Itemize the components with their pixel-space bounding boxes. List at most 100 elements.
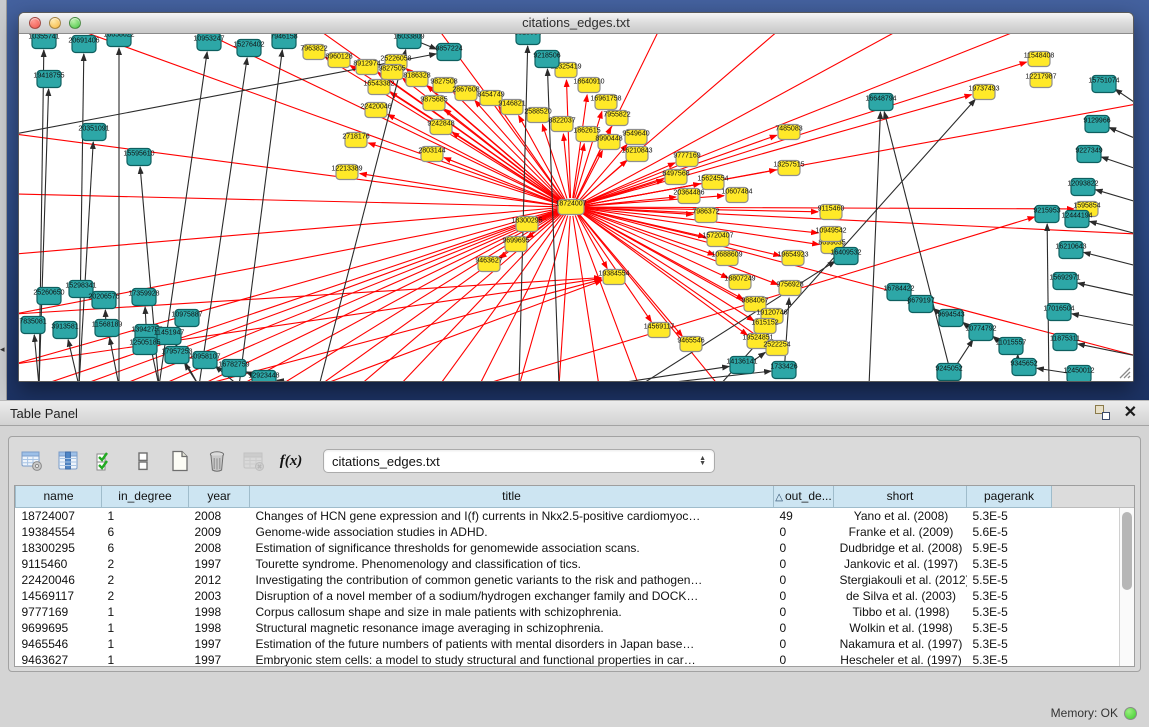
graph-edge[interactable] [79, 54, 84, 381]
graph-edge[interactable] [19, 208, 559, 254]
graph-edge[interactable] [277, 380, 319, 381]
graph-edge[interactable] [583, 104, 1133, 205]
zoom-window-button[interactable] [69, 17, 81, 29]
graph-edge[interactable] [583, 209, 781, 256]
table-row[interactable]: 946362711997Embryonic stem cells: a mode… [16, 652, 1136, 668]
table-row[interactable]: 1938455462009Genome-wide association stu… [16, 524, 1136, 540]
table-header-row: namein_degreeyeartitle△out_de...shortpag… [16, 486, 1136, 507]
delete-columns-icon[interactable] [202, 446, 232, 476]
graph-node-label: 9694543 [937, 312, 964, 319]
table-row[interactable]: 1456911722003Disruption of a novel membe… [16, 588, 1136, 604]
select-all-icon[interactable] [91, 446, 121, 476]
table-row[interactable]: 977716911998Corpus callosum shape and si… [16, 604, 1136, 620]
graph-node-label: 10953247 [193, 36, 224, 43]
network-graph[interactable]: 1872400718300295193845546497568203644861… [19, 34, 1133, 381]
table-mode-icon[interactable] [17, 446, 47, 476]
graph-node-label: 10958107 [189, 354, 220, 361]
graph-edge[interactable] [1115, 89, 1133, 104]
graph-node-label: 12217987 [1025, 74, 1056, 81]
graph-edge[interactable] [420, 43, 436, 50]
table-cell: Yano et al. (2008) [834, 507, 967, 524]
network-graph-canvas[interactable]: 1872400718300295193845546497568203644861… [19, 34, 1133, 381]
graph-edge[interactable] [1047, 224, 1049, 381]
table-row[interactable]: 1830029562008Estimation of significance … [16, 540, 1136, 556]
window-resize-grip[interactable] [1118, 366, 1131, 379]
table-row[interactable]: 1872400712008Changes of HCN gene express… [16, 507, 1136, 524]
graph-edge[interactable] [1096, 190, 1133, 202]
minimize-window-button[interactable] [49, 17, 61, 29]
function-builder-icon[interactable]: f(x) [276, 446, 306, 476]
table-panel: Table Panel ✕ [0, 400, 1149, 700]
collapse-splitter-icon[interactable]: ◂ [0, 344, 5, 355]
table-cell: 1 [102, 604, 189, 620]
column-header-year[interactable]: year [189, 486, 250, 507]
table-cell: 2 [102, 572, 189, 588]
graph-node-label: 15276402 [233, 42, 264, 49]
graph-edge[interactable] [239, 50, 282, 381]
column-header-indegree[interactable]: in_degree [102, 486, 189, 507]
graph-node-label: 1595854 [1073, 203, 1100, 210]
graph-edge[interactable] [956, 340, 972, 365]
graph-edge[interactable] [884, 112, 954, 381]
graph-edge[interactable] [19, 209, 559, 364]
graph-edge[interactable] [388, 114, 561, 203]
table-cell: 5.3E-5 [967, 604, 1052, 620]
left-splitter-strip[interactable]: ◂ [0, 0, 7, 400]
show-columns-icon[interactable] [54, 446, 84, 476]
window-titlebar[interactable]: citations_edges.txt [19, 13, 1133, 34]
graph-node-label: 6497568 [662, 171, 689, 178]
graph-edge[interactable] [1078, 283, 1133, 296]
graph-edge[interactable] [319, 50, 406, 381]
application-window: ◂ citations_edges.txt 187240071830029519… [0, 0, 1149, 727]
graph-edge[interactable] [566, 80, 570, 198]
column-header-pagerank[interactable]: pagerank [967, 486, 1052, 507]
column-header-name[interactable]: name [16, 486, 102, 507]
create-new-column-icon[interactable] [165, 446, 195, 476]
graph-edge[interactable] [319, 280, 602, 381]
graph-node-label: 11451947 [154, 330, 185, 337]
table-row[interactable]: 2242004622012Investigating the contribut… [16, 572, 1136, 588]
table-scrollbar[interactable] [1119, 508, 1134, 666]
table-selector-dropdown[interactable]: citations_edges.txt ▲▼ [323, 449, 715, 473]
graph-edge[interactable] [577, 151, 602, 200]
graph-node-label: 12450012 [1063, 368, 1094, 375]
table-cell: Hescheler et al. (1997) [834, 652, 967, 668]
graph-edge[interactable] [360, 174, 559, 206]
graph-edge[interactable] [1101, 157, 1133, 169]
graph-node-label: 14569117 [644, 324, 675, 331]
graph-node-label: 9345652 [1010, 361, 1037, 368]
graph-node-label: 9777169 [673, 153, 700, 160]
graph-node-label: 8912974 [353, 61, 380, 68]
clear-selection-icon[interactable] [128, 446, 158, 476]
column-header-title[interactable]: title [250, 486, 774, 507]
column-header-short[interactable]: short [834, 486, 967, 507]
table-cell: 2008 [189, 507, 250, 524]
graph-edge[interactable] [1072, 314, 1133, 326]
graph-edge[interactable] [1109, 128, 1133, 139]
table-scrollbar-thumb[interactable] [1122, 512, 1132, 590]
table-cell: 5.3E-5 [967, 652, 1052, 668]
graph-edge[interactable] [1084, 252, 1133, 266]
close-window-button[interactable] [29, 17, 41, 29]
table-cell: 2008 [189, 540, 250, 556]
table-row[interactable]: 911546021997Tourette syndrome. Phenomeno… [16, 556, 1136, 572]
graph-edge[interactable] [578, 214, 651, 322]
graph-edge[interactable] [39, 89, 49, 381]
graph-edge[interactable] [145, 307, 146, 324]
float-panel-icon[interactable] [1095, 405, 1110, 420]
close-panel-icon[interactable]: ✕ [1124, 405, 1137, 420]
graph-edge[interactable] [519, 46, 528, 381]
graph-edge[interactable] [1078, 344, 1133, 356]
table-row[interactable]: 969969511998Structural magnetic resonanc… [16, 620, 1136, 636]
graph-node-label: 9699695 [502, 238, 529, 245]
graph-edge[interactable] [199, 58, 247, 381]
graph-edge[interactable] [575, 215, 639, 381]
column-header-outde[interactable]: △out_de... [774, 486, 834, 507]
table-row[interactable]: 946554611997Estimation of the future num… [16, 636, 1136, 652]
graph-edge[interactable] [19, 194, 559, 207]
graph-node-label: 11568189 [92, 322, 123, 329]
graph-node-label: 10688609 [711, 252, 742, 259]
graph-edge[interactable] [19, 134, 559, 206]
graph-node-label: 9242848 [427, 121, 454, 128]
graph-edge[interactable] [582, 34, 1019, 204]
